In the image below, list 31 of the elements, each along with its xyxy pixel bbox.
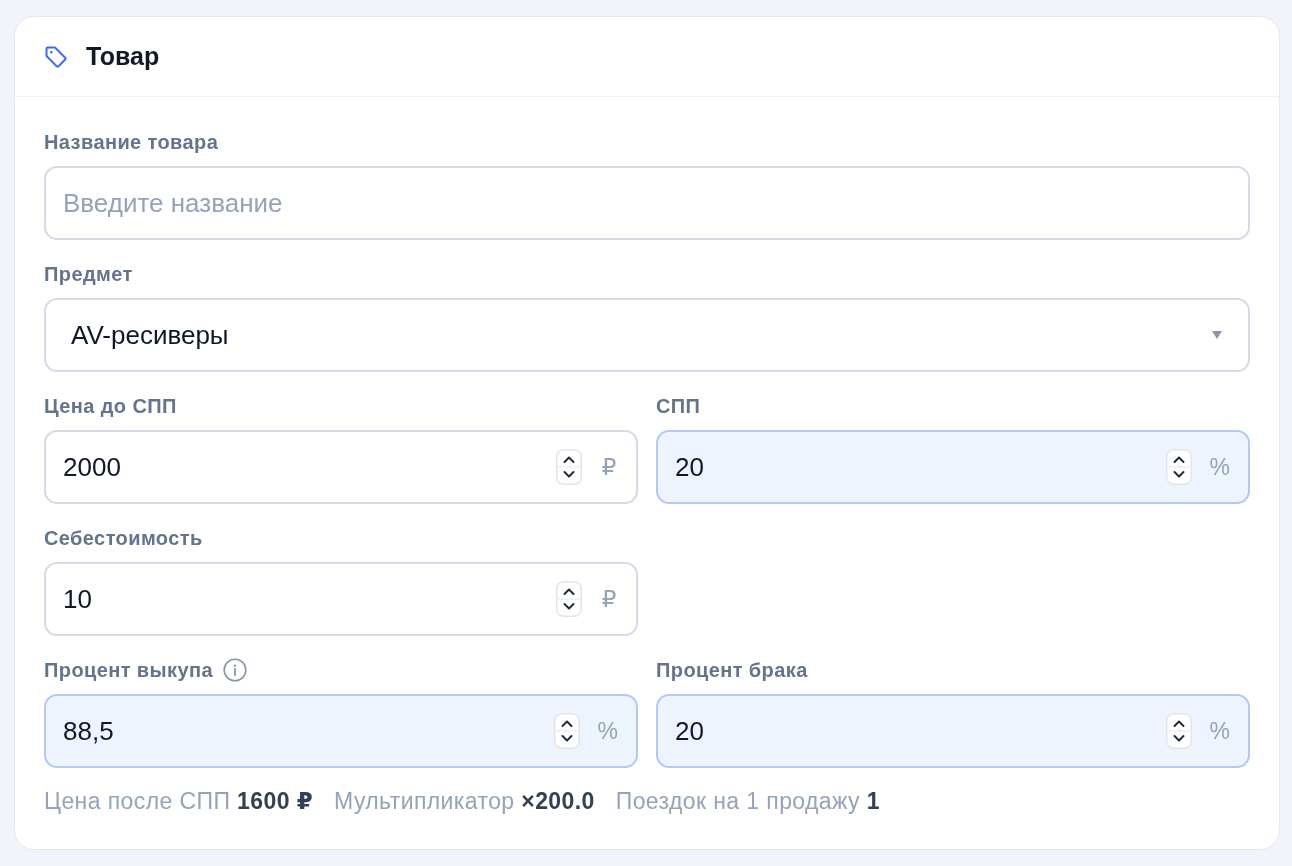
stepper-icon[interactable] (556, 449, 582, 485)
field-label: Процент выкупа (44, 658, 213, 682)
number-field[interactable]: 10 ₽ (44, 562, 638, 636)
card-title: Товар (86, 42, 160, 71)
field-label: Себестоимость (44, 526, 203, 550)
unit-label: % (1209, 453, 1230, 481)
field-label: Предмет (44, 262, 133, 286)
unit-label: ₽ (600, 453, 618, 481)
tag-icon (45, 45, 67, 68)
number-field[interactable]: 88,5 % (44, 694, 638, 768)
stepper-icon[interactable] (1165, 449, 1192, 485)
field-label: Название товара (44, 130, 219, 154)
text-field[interactable]: Введите название (44, 166, 1250, 240)
unit-label: % (597, 717, 618, 745)
field-label: Цена до СПП (44, 394, 177, 418)
unit-label: % (1209, 717, 1230, 745)
stepper-icon[interactable] (556, 581, 582, 617)
stepper-icon[interactable] (553, 713, 580, 749)
summary-text: Цена после СПП 1600 ₽ (44, 788, 314, 815)
number-field[interactable]: 20 % (656, 694, 1250, 768)
field-label: СПП (656, 394, 701, 418)
number-field[interactable]: 20 % (656, 430, 1250, 504)
summary-text: Поездок на 1 продажу 1 (615, 788, 880, 815)
number-field[interactable]: 2000 ₽ (44, 430, 638, 504)
field-label: Процент брака (656, 658, 808, 682)
caret-icon (1212, 331, 1222, 339)
stepper-icon[interactable] (1165, 713, 1192, 749)
summary-text: Мультипликатор ×200.0 (334, 788, 595, 815)
unit-label: ₽ (600, 585, 618, 613)
select-field[interactable]: AV-ресиверы (44, 298, 1250, 372)
info-icon[interactable] (223, 658, 247, 682)
